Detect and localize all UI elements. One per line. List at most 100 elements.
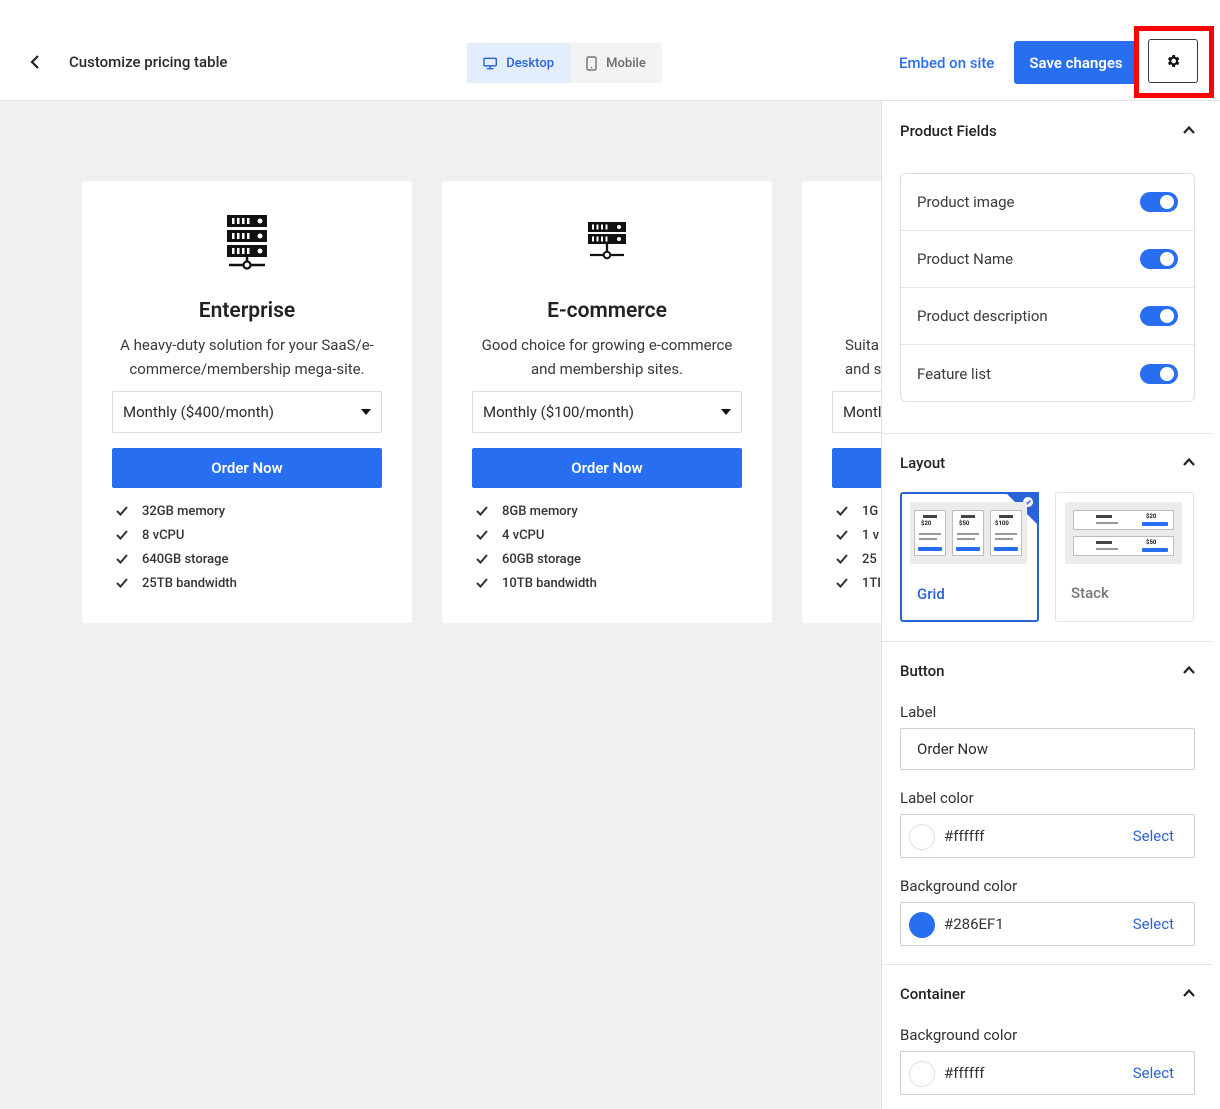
check-icon <box>116 530 128 540</box>
chevron-up-icon[interactable] <box>1181 454 1197 470</box>
feature-text: 60GB storage <box>502 551 582 567</box>
check-icon <box>116 578 128 588</box>
caret-down-icon <box>721 409 731 415</box>
feature-list-toggle[interactable] <box>1140 363 1178 384</box>
check-icon <box>836 578 848 588</box>
plan-select[interactable]: Monthly ($400/month) <box>112 391 382 433</box>
color-value: #ffffff <box>944 827 985 845</box>
mini-card: $100 <box>990 510 1022 556</box>
product-fields-list: Product image Product Name Product descr… <box>900 173 1195 402</box>
top-bar: Customize pricing table Desktop Mobile E… <box>0 0 1220 101</box>
device-toggle: Desktop Mobile <box>467 43 662 83</box>
check-icon <box>836 530 848 540</box>
label-color-field[interactable]: #ffffff Select <box>900 814 1195 858</box>
card-description: A heavy-duty solution for your SaaS/e-co… <box>120 336 374 378</box>
layout-option-label: Stack <box>1071 584 1109 602</box>
section-title-button: Button <box>900 662 945 680</box>
check-icon <box>116 554 128 564</box>
mobile-view-button[interactable]: Mobile <box>570 43 662 83</box>
color-value: #286EF1 <box>944 915 1004 933</box>
field-label: Product Name <box>917 250 1014 268</box>
chevron-up-icon[interactable] <box>1181 985 1197 1001</box>
settings-panel: Product Fields Product image Product Nam… <box>881 101 1220 1109</box>
divider <box>882 641 1213 642</box>
chevron-up-icon[interactable] <box>1181 122 1197 138</box>
mini-card: $20 <box>914 510 946 556</box>
product-image-toggle[interactable] <box>1140 192 1178 212</box>
color-swatch <box>909 1061 935 1087</box>
mobile-label: Mobile <box>606 55 646 71</box>
layout-option-grid[interactable]: $20 $50 $100 Grid <box>900 492 1039 622</box>
feature-text: 1G <box>862 503 879 519</box>
feature-list: 1G 1 v 25 1TI <box>836 499 881 595</box>
check-icon <box>836 554 848 564</box>
feature-text: 8GB memory <box>502 503 578 519</box>
page-title: Customize pricing table <box>69 53 228 71</box>
field-label: Feature list <box>917 364 991 383</box>
feature-text: 10TB bandwidth <box>502 575 597 591</box>
product-name-toggle[interactable] <box>1140 249 1178 269</box>
list-item: 1 v <box>836 523 881 547</box>
check-icon <box>476 578 488 588</box>
mini-price: $50 <box>1146 539 1157 546</box>
plan-select[interactable]: Monthly ($100/month) <box>472 391 742 433</box>
settings-button[interactable] <box>1148 39 1198 83</box>
field-row-feature-list: Feature list <box>901 345 1194 402</box>
desktop-view-button[interactable]: Desktop <box>467 43 570 83</box>
check-icon <box>836 506 848 516</box>
mini-price: $20 <box>1146 513 1157 520</box>
mini-card: $50 <box>952 510 984 556</box>
container-background-color-field[interactable]: #ffffff Select <box>900 1051 1195 1095</box>
grid-thumbnail: $20 $50 $100 <box>910 502 1027 564</box>
back-button[interactable] <box>25 50 45 74</box>
color-value: #ffffff <box>944 1064 985 1082</box>
layout-option-stack[interactable]: $20 $50 Stack <box>1055 492 1194 622</box>
plan-select[interactable]: Montl <box>832 391 881 433</box>
feature-list: 32GB memory 8 vCPU 640GB storage 25TB ba… <box>116 499 237 595</box>
check-icon <box>116 506 128 516</box>
button-background-color-field[interactable]: #286EF1 Select <box>900 902 1195 946</box>
plan-select-value: Monthly ($100/month) <box>483 403 634 421</box>
gear-icon <box>1168 55 1180 67</box>
button-label-input[interactable]: Order Now <box>900 728 1195 770</box>
field-row-product-image: Product image <box>901 174 1194 231</box>
description-line: Suita <box>845 336 879 354</box>
list-item: 1G <box>836 499 881 523</box>
label-color-caption: Label color <box>900 789 974 807</box>
field-label: Product description <box>917 307 1048 325</box>
mini-row: $20 <box>1073 510 1174 530</box>
layout-option-label: Grid <box>917 585 945 603</box>
section-title-product-fields: Product Fields <box>900 122 997 140</box>
plan-select-value: Montl <box>843 403 881 421</box>
chevron-left-icon <box>30 55 39 69</box>
card-description: Good choice for growing e-commerce and m… <box>481 336 733 378</box>
chevron-up-icon[interactable] <box>1181 662 1197 678</box>
order-now-button[interactable]: Order Now <box>472 448 742 488</box>
embed-on-site-link[interactable]: Embed on site <box>899 54 994 72</box>
save-changes-button[interactable]: Save changes <box>1014 41 1138 84</box>
pricing-card-enterprise: Enterprise A heavy-duty solution for you… <box>82 181 412 623</box>
feature-text: 1 v <box>862 527 880 543</box>
server-icon <box>227 215 267 270</box>
field-row-product-description: Product description <box>901 288 1194 345</box>
mobile-icon <box>586 55 597 71</box>
mini-price: $50 <box>959 520 970 527</box>
mini-price: $100 <box>995 520 1009 527</box>
list-item: 8GB memory <box>476 499 597 523</box>
order-now-button[interactable]: Order Now <box>112 448 382 488</box>
feature-text: 25TB bandwidth <box>142 575 237 591</box>
pricing-card-partial: Suita and sr Montl 1G 1 v 25 1TI <box>802 181 881 623</box>
color-select-button[interactable]: Select <box>1133 1064 1174 1082</box>
color-select-button[interactable]: Select <box>1133 915 1174 933</box>
list-item: 4 vCPU <box>476 523 597 547</box>
color-swatch <box>909 824 935 850</box>
section-title-layout: Layout <box>900 454 946 472</box>
list-item: 60GB storage <box>476 547 597 571</box>
background-color-caption: Background color <box>900 877 1018 895</box>
color-select-button[interactable]: Select <box>1133 827 1174 845</box>
order-now-button[interactable] <box>832 448 881 488</box>
preview-canvas: Enterprise A heavy-duty solution for you… <box>0 101 881 1109</box>
caret-down-icon <box>361 409 371 415</box>
product-description-toggle[interactable] <box>1140 306 1178 326</box>
mini-row: $50 <box>1073 536 1174 556</box>
